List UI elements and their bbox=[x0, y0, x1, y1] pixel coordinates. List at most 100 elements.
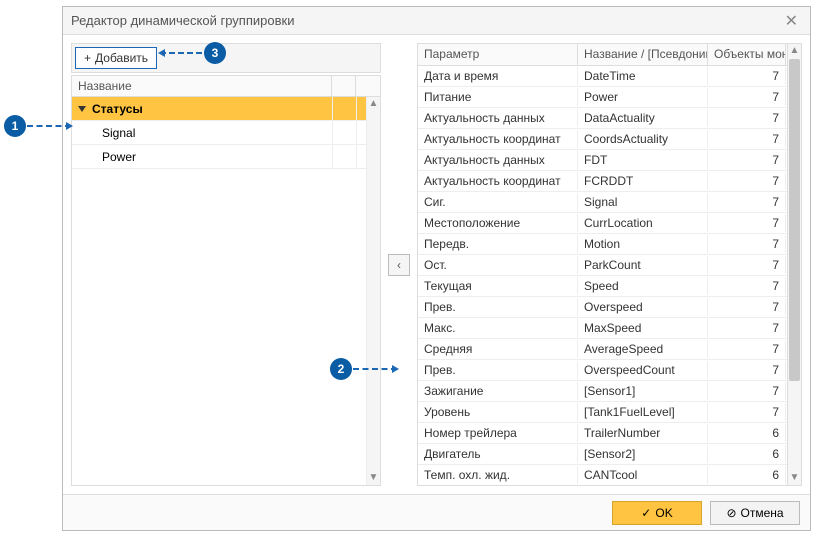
grid-row[interactable]: Темп. охл. жид.CANTcool6 bbox=[418, 465, 787, 485]
grid-cell-count: 7 bbox=[708, 67, 786, 85]
dialog-footer: ✓ OK ⊘ Отмена bbox=[63, 494, 810, 530]
tree-header-col3[interactable] bbox=[356, 76, 380, 96]
grid-cell-count: 7 bbox=[708, 256, 786, 274]
grid-cell-count: 7 bbox=[708, 172, 786, 190]
tree-root-row[interactable]: Статусы bbox=[72, 97, 380, 121]
grid-row[interactable]: МестоположениеCurrLocation7 bbox=[418, 213, 787, 234]
grid-cell-count: 7 bbox=[708, 193, 786, 211]
grid-cell-alias: CANTcool bbox=[578, 466, 708, 484]
grid-row[interactable]: Передв.Motion7 bbox=[418, 234, 787, 255]
grid-header-param[interactable]: Параметр bbox=[418, 44, 578, 65]
grid-cell-param: Номер трейлера bbox=[418, 424, 578, 442]
grid-cell-param: Текущая bbox=[418, 277, 578, 295]
grid-cell-param: Прев. bbox=[418, 298, 578, 316]
tree-body: Статусы Signal Power ▲ ▼ bbox=[71, 97, 381, 486]
dialog-body: + Добавить Название Статусы bbox=[63, 35, 810, 494]
grid-cell-alias: CurrLocation bbox=[578, 214, 708, 232]
grid-cell-count: 7 bbox=[708, 298, 786, 316]
tree-header-name[interactable]: Название bbox=[72, 76, 332, 96]
tree-root-label: Статусы bbox=[92, 102, 143, 116]
tree-child-label: Signal bbox=[102, 126, 135, 140]
grid-cell-param: Актуальность координат bbox=[418, 130, 578, 148]
grid-cell-alias: Power bbox=[578, 88, 708, 106]
chevron-down-icon[interactable] bbox=[78, 106, 86, 112]
grid-cell-alias: AverageSpeed bbox=[578, 340, 708, 358]
move-left-button[interactable]: ‹ bbox=[388, 254, 410, 276]
grid-cell-alias: DataActuality bbox=[578, 109, 708, 127]
grid-row[interactable]: Макс.MaxSpeed7 bbox=[418, 318, 787, 339]
grid-row[interactable]: Прев.Overspeed7 bbox=[418, 297, 787, 318]
cancel-button[interactable]: ⊘ Отмена bbox=[710, 501, 800, 525]
grid-cell-count: 7 bbox=[708, 319, 786, 337]
grid-cell-param: Актуальность координат bbox=[418, 172, 578, 190]
grid-cell-count: 7 bbox=[708, 235, 786, 253]
check-icon: ✓ bbox=[641, 506, 651, 520]
grid-cell-alias: [Sensor2] bbox=[578, 445, 708, 463]
grid-row[interactable]: Актуальность координатCoordsActuality7 bbox=[418, 129, 787, 150]
grid-row[interactable]: ПитаниеPower7 bbox=[418, 87, 787, 108]
ok-label: OK bbox=[655, 506, 672, 520]
tree-child-row[interactable]: Signal bbox=[72, 121, 380, 145]
grid-cell-alias: Signal bbox=[578, 193, 708, 211]
grid-cell-param: Зажигание bbox=[418, 382, 578, 400]
tree-scrollbar[interactable]: ▲ ▼ bbox=[366, 97, 380, 485]
add-button-label: Добавить bbox=[95, 51, 148, 65]
cancel-label: Отмена bbox=[741, 506, 784, 520]
callout-arrow-3 bbox=[160, 52, 202, 54]
dialog: Редактор динамической группировки ✕ + До… bbox=[62, 6, 811, 531]
grid-body: Дата и времяDateTime7ПитаниеPower7Актуал… bbox=[418, 66, 787, 485]
grid-cell-count: 6 bbox=[708, 424, 786, 442]
grid-cell-param: Макс. bbox=[418, 319, 578, 337]
tree-header: Название bbox=[71, 75, 381, 97]
scroll-down-icon[interactable]: ▼ bbox=[367, 471, 380, 485]
tree-header-col2[interactable] bbox=[332, 76, 356, 96]
grid-row[interactable]: СредняяAverageSpeed7 bbox=[418, 339, 787, 360]
grid-row[interactable]: Сиг.Signal7 bbox=[418, 192, 787, 213]
cancel-icon: ⊘ bbox=[726, 506, 736, 520]
scroll-up-icon[interactable]: ▲ bbox=[367, 97, 380, 111]
grid-cell-alias: DateTime bbox=[578, 67, 708, 85]
grid-row[interactable]: Номер трейлераTrailerNumber6 bbox=[418, 423, 787, 444]
grid-row[interactable]: Актуальность координатFCRDDT7 bbox=[418, 171, 787, 192]
callout-2: 2 bbox=[330, 358, 352, 380]
grid-row[interactable]: Уровень[Tank1FuelLevel]7 bbox=[418, 402, 787, 423]
grid-cell-count: 7 bbox=[708, 340, 786, 358]
grid-row[interactable]: Ост.ParkCount7 bbox=[418, 255, 787, 276]
grid-cell-alias: Motion bbox=[578, 235, 708, 253]
grid-cell-param: Передв. bbox=[418, 235, 578, 253]
callout-3: 3 bbox=[204, 42, 226, 64]
grid-cell-param: Актуальность данных bbox=[418, 109, 578, 127]
close-icon[interactable]: ✕ bbox=[781, 11, 802, 31]
scroll-up-icon[interactable]: ▲ bbox=[788, 44, 801, 58]
grid-cell-alias: [Sensor1] bbox=[578, 382, 708, 400]
grid-row[interactable]: Двигатель[Sensor2]6 bbox=[418, 444, 787, 465]
grid-header-count[interactable]: Объекты мон bbox=[708, 44, 786, 65]
ok-button[interactable]: ✓ OK bbox=[612, 501, 702, 525]
grid-cell-count: 7 bbox=[708, 403, 786, 421]
grid-cell-count: 7 bbox=[708, 382, 786, 400]
grid-cell-alias: MaxSpeed bbox=[578, 319, 708, 337]
scroll-down-icon[interactable]: ▼ bbox=[788, 471, 801, 485]
grid-cell-param: Актуальность данных bbox=[418, 151, 578, 169]
grid-cell-param: Темп. охл. жид. bbox=[418, 466, 578, 484]
grid-scrollbar[interactable]: ▲ ▼ bbox=[787, 44, 801, 485]
grid-cell-param: Прев. bbox=[418, 361, 578, 379]
grid-row[interactable]: ТекущаяSpeed7 bbox=[418, 276, 787, 297]
grid-cell-alias: [Tank1FuelLevel] bbox=[578, 403, 708, 421]
grid-row[interactable]: Актуальность данныхDataActuality7 bbox=[418, 108, 787, 129]
grid-header-alias[interactable]: Название / [Псевдоним] bbox=[578, 44, 708, 65]
add-button[interactable]: + Добавить bbox=[75, 47, 157, 69]
right-panel: Параметр Название / [Псевдоним] Объекты … bbox=[417, 43, 802, 486]
grid-row[interactable]: Дата и времяDateTime7 bbox=[418, 66, 787, 87]
scroll-thumb[interactable] bbox=[789, 59, 800, 381]
grid-row[interactable]: Прев.OverspeedCount7 bbox=[418, 360, 787, 381]
grid-cell-param: Ост. bbox=[418, 256, 578, 274]
grid-header: Параметр Название / [Псевдоним] Объекты … bbox=[418, 44, 787, 66]
grid-cell-alias: ParkCount bbox=[578, 256, 708, 274]
grid-cell-param: Сиг. bbox=[418, 193, 578, 211]
grid-row[interactable]: Зажигание[Sensor1]7 bbox=[418, 381, 787, 402]
grid-cell-param: Уровень bbox=[418, 403, 578, 421]
tree-child-row[interactable]: Power bbox=[72, 145, 380, 169]
grid-row[interactable]: Актуальность данныхFDT7 bbox=[418, 150, 787, 171]
dialog-title: Редактор динамической группировки bbox=[71, 13, 294, 28]
